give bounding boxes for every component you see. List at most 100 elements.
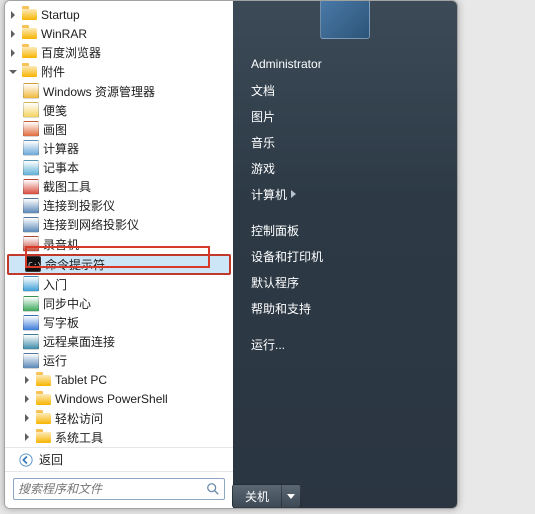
search-icon bbox=[206, 482, 220, 496]
help-support-item[interactable]: 帮助和支持 bbox=[247, 295, 443, 321]
program-item-Startup[interactable]: Startup bbox=[7, 5, 231, 24]
program-item-连接到网络投影仪[interactable]: 连接到网络投影仪 bbox=[7, 215, 231, 234]
wordpad-icon bbox=[23, 315, 39, 331]
program-item-label: 截图工具 bbox=[43, 178, 91, 195]
documents-label: 文档 bbox=[251, 82, 275, 99]
control-panel-item[interactable]: 控制面板 bbox=[247, 217, 443, 243]
back-button[interactable]: 返回 bbox=[5, 447, 233, 471]
program-item-运行[interactable]: 运行 bbox=[7, 351, 231, 370]
documents-item[interactable]: 文档 bbox=[247, 77, 443, 103]
user-panel: Administrator 文档 图片 音乐 游戏 计算机 控制面板 设备和打印… bbox=[233, 1, 457, 508]
expand-arrow-icon bbox=[11, 11, 15, 19]
program-item-截图工具[interactable]: 截图工具 bbox=[7, 177, 231, 196]
computer-item[interactable]: 计算机 bbox=[247, 181, 443, 207]
control-panel-label: 控制面板 bbox=[251, 222, 299, 239]
program-item-记事本[interactable]: 记事本 bbox=[7, 158, 231, 177]
expand-arrow-icon bbox=[9, 70, 17, 74]
program-item-Tablet PC[interactable]: Tablet PC bbox=[7, 370, 231, 389]
program-item-轻松访问[interactable]: 轻松访问 bbox=[7, 409, 231, 428]
program-item-百度浏览器[interactable]: 百度浏览器 bbox=[7, 43, 231, 62]
user-avatar[interactable] bbox=[320, 0, 370, 39]
program-item-Windows PowerShell[interactable]: Windows PowerShell bbox=[7, 390, 231, 409]
program-item-便笺[interactable]: 便笺 bbox=[7, 101, 231, 120]
program-item-label: 运行 bbox=[43, 352, 67, 369]
getstart-icon bbox=[23, 276, 39, 292]
program-item-附件[interactable]: 附件 bbox=[7, 62, 231, 81]
expand-arrow-icon bbox=[25, 376, 29, 384]
program-item-label: 入门 bbox=[43, 276, 67, 293]
program-item-远程桌面连接[interactable]: 远程桌面连接 bbox=[7, 332, 231, 351]
run-icon bbox=[23, 353, 39, 369]
run-item[interactable]: 运行... bbox=[247, 331, 443, 357]
program-item-入门[interactable]: 入门 bbox=[7, 275, 231, 294]
program-item-label: 便笺 bbox=[43, 102, 67, 119]
program-item-label: 写字板 bbox=[43, 314, 79, 331]
search-row bbox=[5, 471, 233, 508]
expand-arrow-icon bbox=[25, 395, 29, 403]
program-item-Windows 资源管理器[interactable]: Windows 资源管理器 bbox=[7, 82, 231, 101]
folder-icon bbox=[21, 64, 37, 80]
games-item[interactable]: 游戏 bbox=[247, 155, 443, 181]
pictures-label: 图片 bbox=[251, 108, 275, 125]
snip-icon bbox=[23, 179, 39, 195]
program-item-label: Startup bbox=[41, 8, 80, 22]
program-item-label: Tablet PC bbox=[55, 373, 107, 387]
program-item-画图[interactable]: 画图 bbox=[7, 120, 231, 139]
program-item-命令提示符[interactable]: C:\命令提示符 bbox=[7, 254, 231, 275]
program-item-label: 连接到投影仪 bbox=[43, 197, 115, 214]
default-programs-item[interactable]: 默认程序 bbox=[247, 269, 443, 295]
program-item-录音机[interactable]: 录音机 bbox=[7, 235, 231, 254]
proj-icon bbox=[23, 198, 39, 214]
program-item-label: WinRAR bbox=[41, 27, 87, 41]
default-programs-label: 默认程序 bbox=[251, 274, 299, 291]
search-input[interactable] bbox=[18, 482, 206, 496]
folder-icon bbox=[21, 26, 37, 42]
program-item-label: 远程桌面连接 bbox=[43, 333, 115, 350]
shutdown-button[interactable]: 关机 bbox=[232, 484, 301, 508]
program-item-label: Windows 资源管理器 bbox=[43, 83, 155, 100]
folder-icon bbox=[21, 7, 37, 23]
program-item-WinRAR[interactable]: WinRAR bbox=[7, 24, 231, 43]
sticky-icon bbox=[23, 102, 39, 118]
games-label: 游戏 bbox=[251, 160, 275, 177]
program-item-计算器[interactable]: 计算器 bbox=[7, 139, 231, 158]
rdp-icon bbox=[23, 334, 39, 350]
devices-printers-label: 设备和打印机 bbox=[251, 248, 323, 265]
separator bbox=[247, 321, 443, 331]
program-item-label: 命令提示符 bbox=[45, 256, 105, 273]
programs-panel: Startup WinRAR 百度浏览器附件 Windows 资源管理器便笺画图计算器… bbox=[5, 1, 233, 508]
program-item-label: 附件 bbox=[41, 63, 65, 80]
chevron-right-icon bbox=[291, 190, 296, 198]
shutdown-label: 关机 bbox=[245, 488, 269, 505]
folder-icon bbox=[35, 429, 51, 445]
shutdown-row: 关机 bbox=[232, 484, 301, 508]
program-item-同步中心[interactable]: 同步中心 bbox=[7, 294, 231, 313]
program-item-系统工具[interactable]: 系统工具 bbox=[7, 428, 231, 447]
program-item-label: 百度浏览器 bbox=[41, 44, 101, 61]
devices-printers-item[interactable]: 设备和打印机 bbox=[247, 243, 443, 269]
search-box[interactable] bbox=[13, 478, 225, 500]
paint-icon bbox=[23, 121, 39, 137]
program-item-label: 同步中心 bbox=[43, 295, 91, 312]
pictures-item[interactable]: 图片 bbox=[247, 103, 443, 129]
program-item-label: 系统工具 bbox=[55, 429, 103, 446]
program-item-label: 轻松访问 bbox=[55, 410, 103, 427]
program-item-连接到投影仪[interactable]: 连接到投影仪 bbox=[7, 196, 231, 215]
help-support-label: 帮助和支持 bbox=[251, 300, 311, 317]
folder-icon bbox=[21, 45, 37, 61]
back-label: 返回 bbox=[39, 451, 63, 468]
run-label: 运行... bbox=[251, 336, 285, 353]
folder-icon bbox=[35, 372, 51, 388]
shutdown-main[interactable]: 关机 bbox=[233, 485, 282, 507]
username-label: Administrator bbox=[251, 57, 322, 71]
music-item[interactable]: 音乐 bbox=[247, 129, 443, 155]
username-item[interactable]: Administrator bbox=[247, 51, 443, 77]
explorer-icon bbox=[23, 83, 39, 99]
chevron-down-icon bbox=[287, 494, 295, 499]
recorder-icon bbox=[23, 236, 39, 252]
start-menu: Startup WinRAR 百度浏览器附件 Windows 资源管理器便笺画图计算器… bbox=[4, 0, 458, 509]
netproj-icon bbox=[23, 217, 39, 233]
back-arrow-icon bbox=[19, 453, 33, 467]
shutdown-options-button[interactable] bbox=[282, 485, 300, 507]
program-item-写字板[interactable]: 写字板 bbox=[7, 313, 231, 332]
